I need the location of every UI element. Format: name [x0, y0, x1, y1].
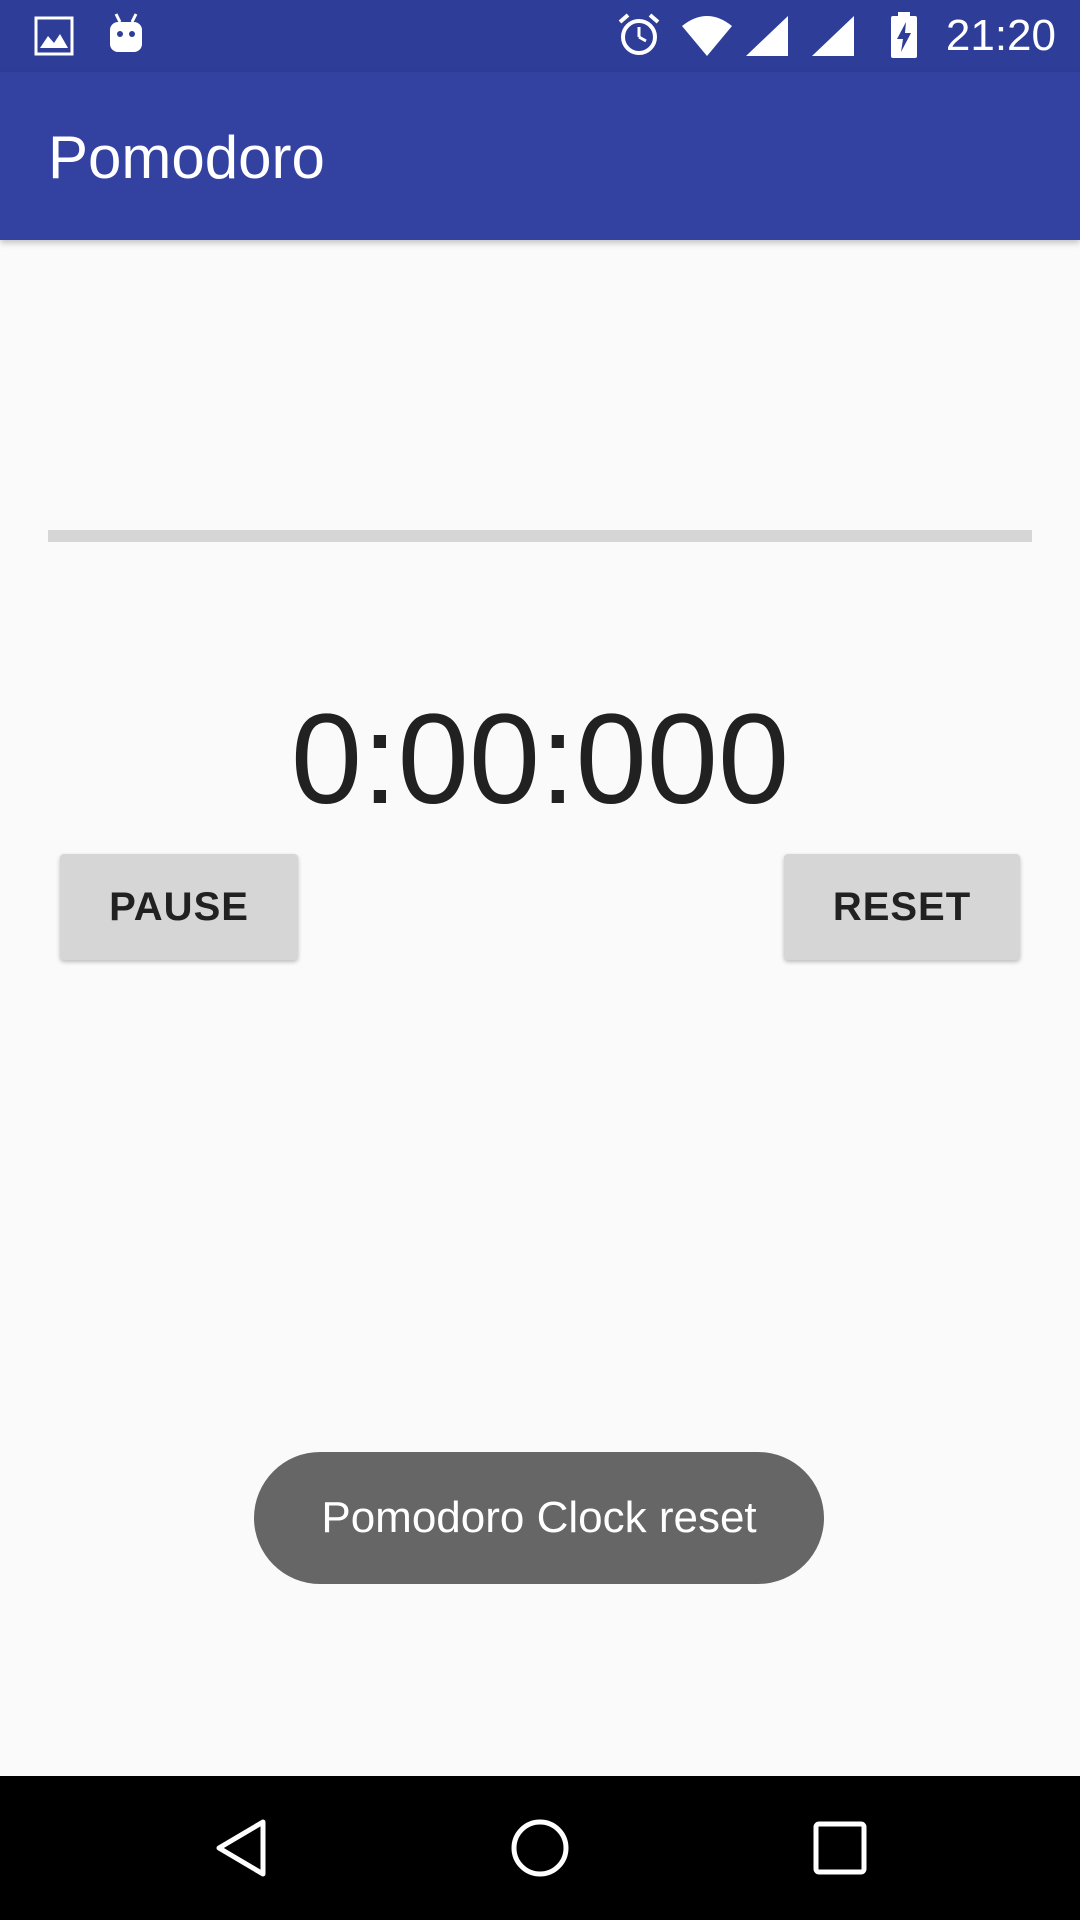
back-icon[interactable] [205, 1812, 277, 1884]
recents-icon[interactable] [804, 1812, 876, 1884]
status-bar: 21:20 [0, 0, 1080, 72]
progress-bar [48, 530, 1032, 542]
wifi-icon [682, 16, 732, 56]
image-icon [34, 16, 74, 56]
reset-button[interactable]: RESET [784, 854, 1020, 960]
android-icon [110, 13, 142, 52]
app-bar: Pomodoro [0, 72, 1080, 240]
status-time: 21:20 [945, 11, 1056, 60]
signal-icon [746, 16, 788, 56]
timer-display: 0:00:000 [290, 688, 790, 831]
home-icon[interactable] [504, 1812, 576, 1884]
app-title: Pomodoro [48, 124, 325, 191]
alarm-icon [618, 13, 660, 55]
battery-charging-icon [891, 12, 917, 58]
pause-button[interactable]: PAUSE [60, 854, 298, 960]
navigation-bar [0, 1776, 1080, 1920]
signal-icon [812, 16, 854, 56]
toast-message: Pomodoro Clock reset [254, 1452, 824, 1584]
